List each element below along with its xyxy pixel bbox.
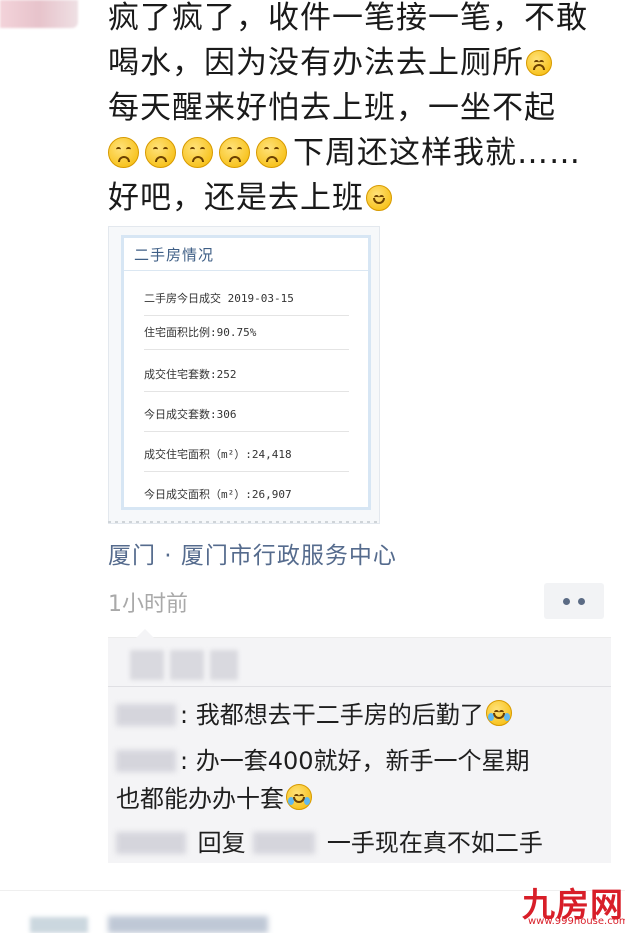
commenter-name[interactable] — [116, 750, 176, 772]
post-line: 下周还这样我就…… — [108, 131, 608, 176]
dot — [563, 597, 570, 605]
comment-text: 办一套400就好，新手一个星期 — [195, 747, 530, 775]
stats-divider — [124, 270, 368, 271]
stats-row: 二手房今日成交 2019-03-15 — [144, 290, 349, 316]
post-line: 疯了疯了，收件一笔接一笔，不敢 — [108, 0, 588, 36]
stats-panel: 二手房情况 二手房今日成交 2019-03-15 住宅面积比例:90.75% 成… — [121, 235, 371, 510]
liker-avatar[interactable] — [210, 650, 238, 680]
likes-row — [130, 650, 238, 680]
tears-of-joy-icon — [286, 784, 312, 810]
next-post-avatar[interactable] — [30, 917, 88, 933]
comment-text: 一手现在真不如二手 — [326, 829, 543, 857]
location-link[interactable]: 厦门 · 厦门市行政服务中心 — [108, 536, 397, 570]
smile-face-icon — [366, 185, 392, 211]
shared-image-card[interactable]: 二手房情况 二手房今日成交 2019-03-15 住宅面积比例:90.75% 成… — [108, 226, 380, 524]
comments-panel: : 我都想去干二手房的后勤了 : 办一套400就好，新手一个星期 也都能办办十套… — [108, 629, 611, 863]
comment-text: 也都能办办十套 — [116, 785, 284, 813]
comment-item[interactable]: : 我都想去干二手房的后勤了 — [116, 696, 606, 734]
comment-item[interactable]: : 办一套400就好，新手一个星期 也都能办办十套 — [116, 742, 606, 818]
stats-row: 今日成交面积（m²）:26,907 — [144, 488, 292, 501]
watermark-logo: 九房网 www.999house.com — [522, 878, 625, 930]
stats-title: 二手房情况 — [134, 246, 215, 264]
dot — [578, 597, 585, 605]
post-line: 喝水，因为没有办法去上厕所 — [108, 41, 608, 86]
comment-separator: : — [180, 747, 189, 775]
comment-item[interactable]: 回复 一手现在真不如二手 — [116, 824, 606, 862]
crying-face-icon — [182, 137, 213, 168]
commenter-name[interactable] — [116, 832, 186, 854]
reply-label: 回复 — [197, 829, 246, 857]
comments-notch — [136, 629, 154, 638]
stats-row: 今日成交套数:306 — [144, 406, 349, 432]
reply-target-name[interactable] — [253, 832, 316, 854]
card-divider — [108, 521, 378, 523]
poster-avatar[interactable] — [0, 0, 78, 28]
liker-avatar[interactable] — [130, 650, 164, 680]
commenter-name[interactable] — [116, 704, 176, 726]
comment-text: 我都想去干二手房的后勤了 — [195, 701, 484, 729]
crying-face-icon — [256, 137, 287, 168]
crying-face-icon — [145, 137, 176, 168]
post-line: 好吧，还是去上班 — [108, 176, 608, 221]
stats-row: 住宅面积比例:90.75% — [144, 324, 349, 350]
stats-row: 成交住宅面积（m²）:24,418 — [144, 446, 349, 472]
post-body: 疯了疯了，收件一笔接一笔，不敢 喝水，因为没有办法去上厕所 每天醒来好怕去上班，… — [108, 0, 608, 221]
crying-face-icon — [108, 137, 139, 168]
watermark-url: www.999house.com — [528, 916, 625, 927]
more-dots-icon[interactable] — [544, 583, 604, 619]
liker-avatar[interactable] — [170, 650, 204, 680]
post-timestamp: 1小时前 — [108, 592, 188, 617]
crying-face-icon — [526, 50, 552, 76]
comment-separator: : — [180, 701, 189, 729]
crying-face-icon — [219, 137, 250, 168]
post-line: 每天醒来好怕去上班，一坐不起 — [108, 90, 556, 126]
tears-of-joy-icon — [485, 700, 512, 726]
comments-divider — [108, 686, 611, 687]
stats-row: 成交住宅套数:252 — [144, 366, 349, 392]
next-post-name[interactable] — [108, 916, 268, 933]
